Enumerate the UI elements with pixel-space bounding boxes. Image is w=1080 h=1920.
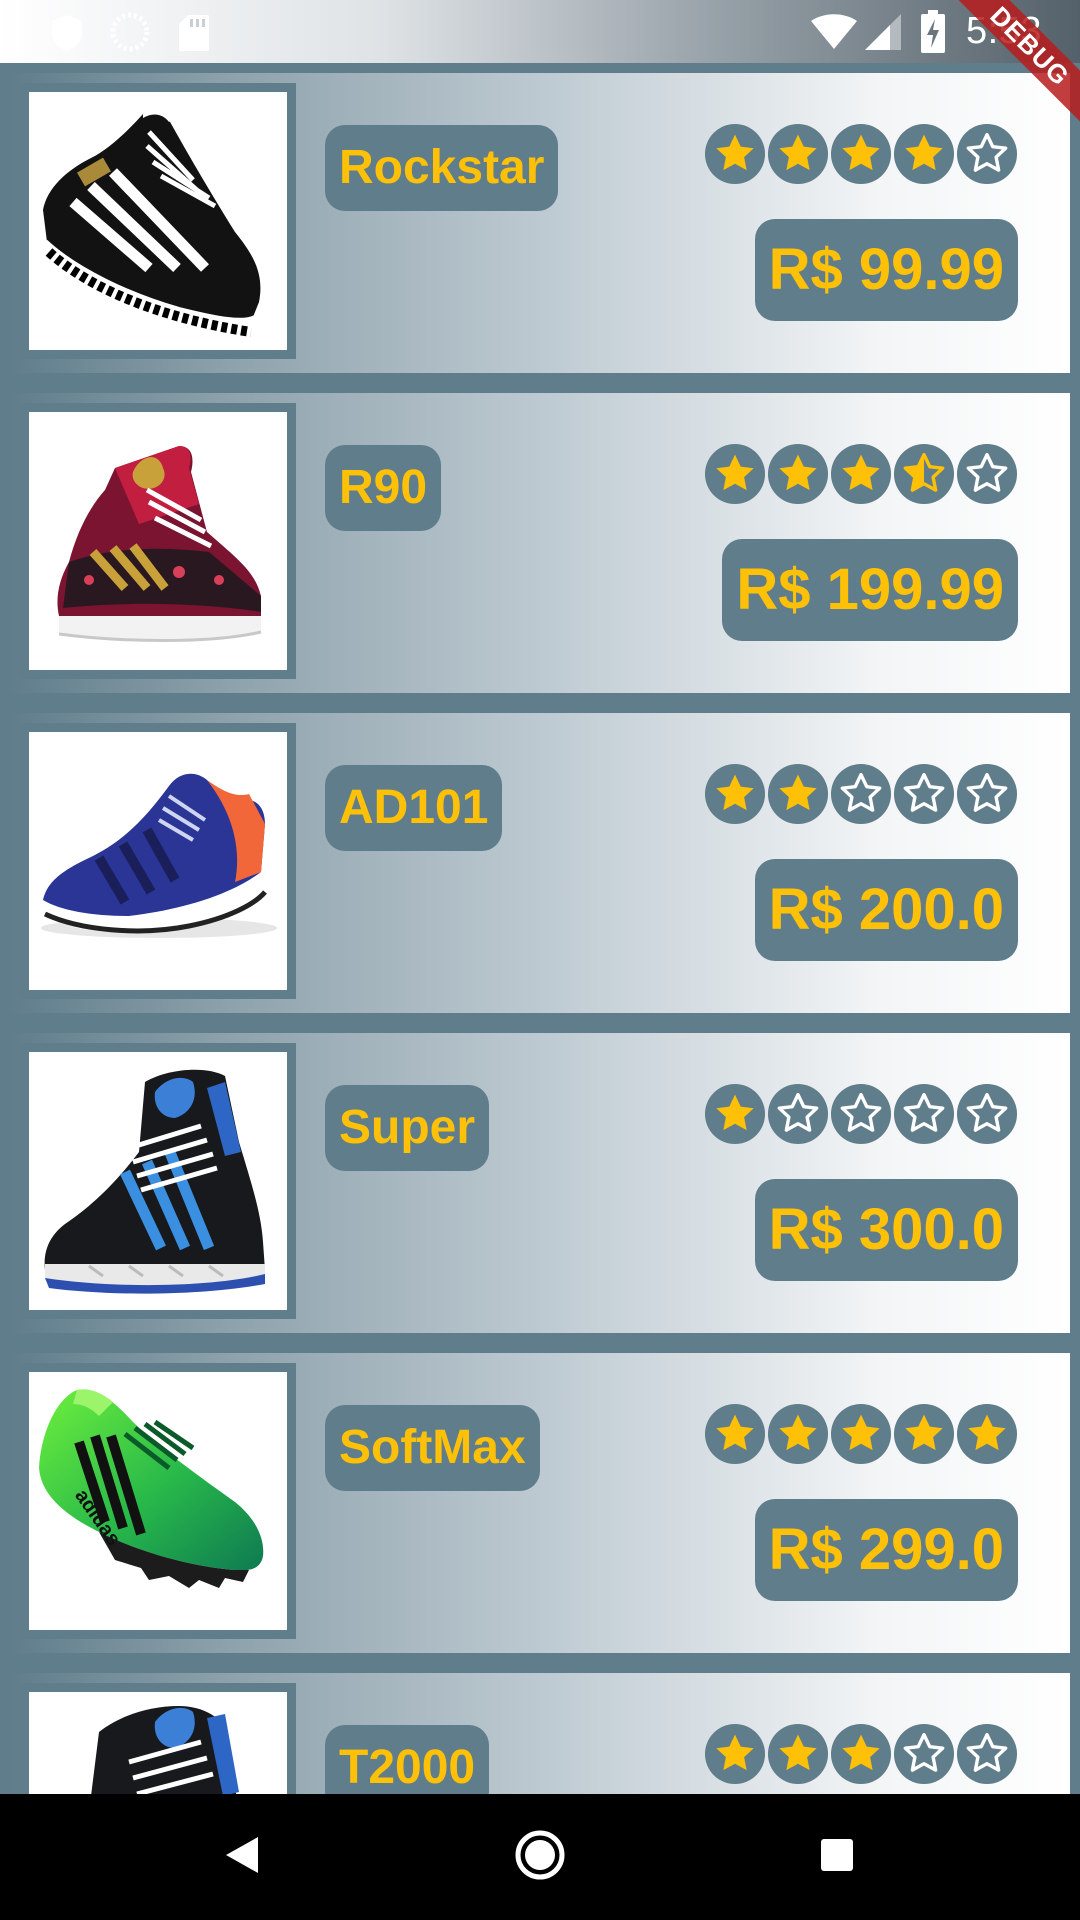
star-filled-icon (893, 1403, 955, 1465)
product-card[interactable]: Super R$ 300.0 (10, 1033, 1070, 1333)
product-image (20, 403, 296, 679)
shield-icon (50, 14, 84, 57)
star-empty-icon (956, 1083, 1018, 1145)
product-card[interactable]: T2000 (10, 1673, 1070, 1794)
star-empty-icon (956, 443, 1018, 505)
star-empty-icon (830, 1083, 892, 1145)
sync-icon (110, 12, 150, 57)
product-name: SoftMax (325, 1405, 540, 1491)
product-price: R$ 299.0 (754, 1499, 1018, 1601)
product-price: R$ 200.0 (754, 859, 1018, 961)
green-football-boot-image: adidas (39, 1389, 264, 1588)
floral-high-top-sneaker-image (57, 446, 262, 642)
product-price: R$ 300.0 (754, 1179, 1018, 1281)
star-empty-icon (956, 763, 1018, 825)
star-filled-icon (830, 1723, 892, 1785)
star-filled-icon (830, 123, 892, 185)
black-blue-high-top-image (44, 1069, 266, 1294)
product-image (20, 723, 296, 999)
star-filled-icon (893, 123, 955, 185)
product-name: AD101 (325, 765, 503, 851)
star-filled-icon (767, 123, 829, 185)
status-time: 5:53 (966, 10, 1042, 52)
star-half-icon (893, 443, 955, 505)
rating-stars (704, 1083, 1018, 1145)
product-card[interactable]: R90 R$ 199.99 (10, 393, 1070, 693)
back-icon (224, 1835, 260, 1880)
home-button[interactable] (500, 1817, 580, 1897)
product-name: R90 (325, 445, 442, 531)
star-filled-icon (956, 1403, 1018, 1465)
product-image (20, 1043, 296, 1319)
star-filled-icon (767, 763, 829, 825)
blue-running-shoe-image (41, 773, 277, 938)
product-image (20, 1683, 296, 1794)
star-filled-icon (767, 1723, 829, 1785)
battery-charging-icon (920, 10, 946, 59)
rating-stars (704, 123, 1018, 185)
rating-stars (704, 1403, 1018, 1465)
star-empty-icon (830, 763, 892, 825)
product-card[interactable]: adidas SoftMax R$ 299.0 (10, 1353, 1070, 1653)
star-filled-icon (704, 1403, 766, 1465)
rating-stars (704, 443, 1018, 505)
black-blue-high-top-image (91, 1706, 239, 1794)
black-white-sneaker-image (42, 107, 261, 337)
star-filled-icon (704, 123, 766, 185)
product-name: Super (325, 1085, 490, 1171)
product-card[interactable]: Rockstar R$ 99.99 (10, 73, 1070, 373)
star-empty-icon (893, 763, 955, 825)
product-card[interactable]: AD101 R$ 200.0 (10, 713, 1070, 1013)
star-filled-icon (767, 443, 829, 505)
star-empty-icon (767, 1083, 829, 1145)
status-bar: 5:53 (0, 0, 1080, 63)
product-name: T2000 (325, 1725, 490, 1794)
signal-icon (864, 13, 902, 56)
star-empty-icon (956, 1723, 1018, 1785)
star-filled-icon (830, 443, 892, 505)
recents-button[interactable] (797, 1817, 877, 1897)
star-filled-icon (704, 763, 766, 825)
star-filled-icon (830, 1403, 892, 1465)
back-button[interactable] (202, 1817, 282, 1897)
star-filled-icon (704, 1083, 766, 1145)
rating-stars (704, 1723, 1018, 1785)
product-name: Rockstar (325, 125, 559, 211)
wifi-icon (810, 14, 858, 55)
navigation-bar (0, 1794, 1080, 1920)
product-image: adidas (20, 1363, 296, 1639)
star-empty-icon (893, 1083, 955, 1145)
star-filled-icon (704, 443, 766, 505)
star-empty-icon (893, 1723, 955, 1785)
sd-card-icon (178, 14, 210, 57)
product-list[interactable]: Rockstar R$ 99.99 R90 R$ 199.99 AD101 R$… (0, 63, 1080, 1794)
product-price: R$ 99.99 (754, 219, 1018, 321)
star-empty-icon (956, 123, 1018, 185)
star-filled-icon (704, 1723, 766, 1785)
rating-stars (704, 763, 1018, 825)
product-image (20, 83, 296, 359)
product-price: R$ 199.99 (722, 539, 1018, 641)
star-filled-icon (767, 1403, 829, 1465)
home-icon (515, 1830, 565, 1885)
recents-icon (820, 1838, 854, 1877)
